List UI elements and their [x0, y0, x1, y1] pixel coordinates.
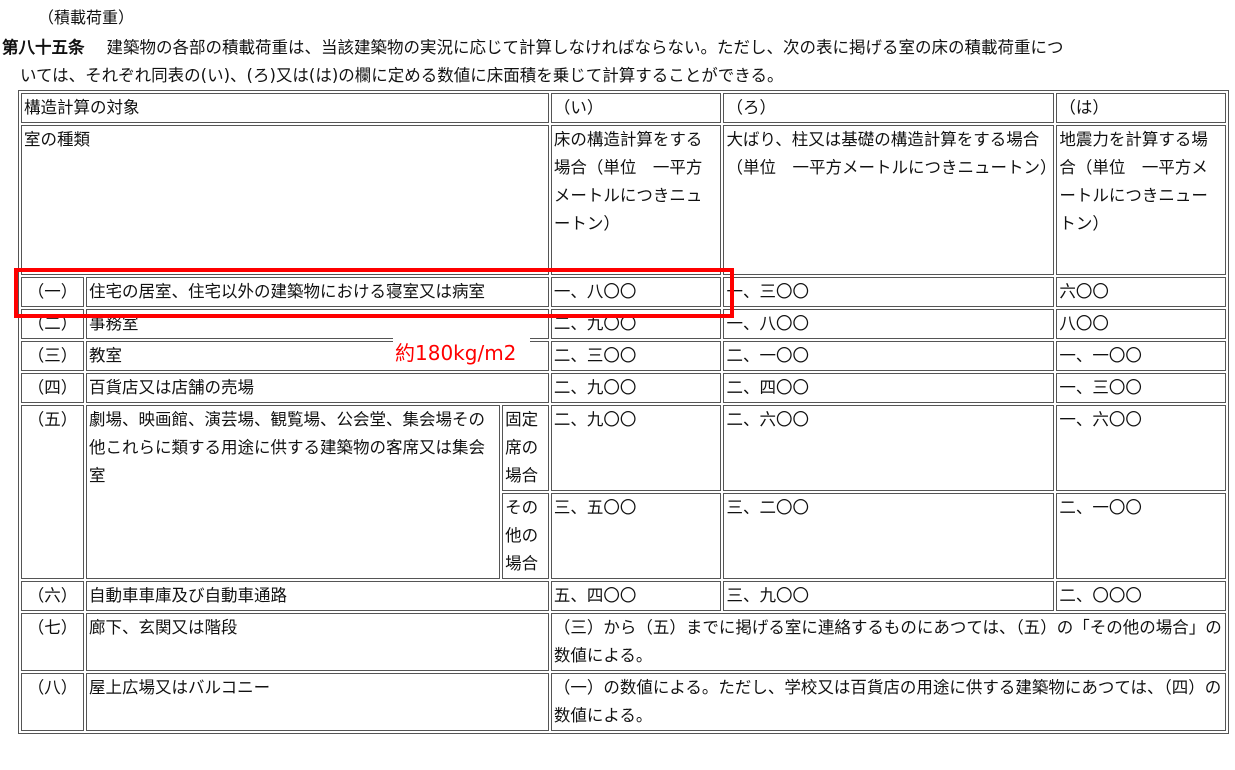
row-value-ro: 三、二〇〇: [723, 493, 1055, 579]
row-value-ro: 二、一〇〇: [723, 341, 1055, 371]
header-col-ha: （は）: [1056, 93, 1226, 123]
row-index: （一）: [21, 277, 84, 307]
desc-col-i: 床の構造計算をする場合（単位 一平方メートルにつきニュートン）: [550, 125, 722, 275]
row-value-ha: 二、一〇〇: [1056, 493, 1226, 579]
row-value-ha: 一、一〇〇: [1056, 341, 1226, 371]
row-index: （八）: [21, 673, 84, 731]
header-col-i: （い）: [550, 93, 722, 123]
row-value-ha: 六〇〇: [1056, 277, 1226, 307]
section-caption: （積載荷重）: [38, 8, 135, 27]
row-room-name: 屋上広場又はバルコニー: [85, 673, 549, 731]
row-room-name: 廊下、玄関又は階段: [85, 613, 549, 671]
article-text-line2: いては、それぞれ同表の(い)、(ろ)又は(は)の欄に定める数値に床面積を乗じて計…: [20, 66, 784, 85]
article-text-line1: 建築物の各部の積載荷重は、当該建築物の実況に応じて計算しなければならない。ただし…: [106, 38, 1064, 57]
row-index: （三）: [21, 341, 84, 371]
row-index: （四）: [21, 373, 84, 403]
row-value-i: 二、九〇〇: [550, 373, 722, 403]
desc-col-ro: 大ばり、柱又は基礎の構造計算をする場合（単位 一平方メートルにつきニュートン）: [723, 125, 1056, 275]
header-col-ro: （ろ）: [723, 93, 1055, 123]
sub-case-label: その他の場合: [502, 493, 549, 579]
row-value-ha: 一、三〇〇: [1056, 373, 1226, 403]
row-room-name: 自動車車庫及び自動車通路: [85, 581, 549, 611]
row-note: （三）から（五）までに掲げる室に連絡するものにあつては、（五）の「その他の場合」…: [550, 613, 1226, 671]
row-value-i: 二、三〇〇: [550, 341, 722, 371]
table-desc-row: 室の種類 床の構造計算をする場合（単位 一平方メートルにつきニュートン） 大ばり…: [21, 125, 1226, 275]
table-row: （六） 自動車車庫及び自動車通路 五、四〇〇 三、九〇〇 二、〇〇〇: [21, 581, 1226, 611]
row-note: （一）の数値による。ただし、学校又は百貨店の用途に供する建築物にあつては、（四）…: [550, 673, 1226, 731]
row-value-ro: 一、三〇〇: [723, 277, 1055, 307]
table-row: （四） 百貨店又は店舗の売場 二、九〇〇 二、四〇〇 一、三〇〇: [21, 373, 1226, 403]
row-value-i: 五、四〇〇: [550, 581, 722, 611]
table-row: （三） 教室 二、三〇〇 二、一〇〇 一、一〇〇: [21, 341, 1226, 371]
header-target: 構造計算の対象: [21, 93, 549, 123]
row-index: （七）: [21, 613, 84, 671]
row-value-i: 二、九〇〇: [550, 405, 722, 491]
table-row: （五） 劇場、映画館、演芸場、観覧場、公会堂、集会場その他これらに類する用途に供…: [21, 405, 1226, 579]
row-room-name: 住宅の居室、住宅以外の建築物における寝室又は病室: [85, 277, 549, 307]
row-value-ha: 八〇〇: [1056, 309, 1226, 339]
table-row: （八） 屋上広場又はバルコニー （一）の数値による。ただし、学校又は百貨店の用途…: [21, 673, 1226, 731]
row-room-name: 劇場、映画館、演芸場、観覧場、公会堂、集会場その他これらに類する用途に供する建築…: [85, 405, 501, 579]
article-number: 第八十五条: [2, 38, 85, 57]
row-value-i: 三、五〇〇: [550, 493, 722, 579]
row-value-ro: 三、九〇〇: [723, 581, 1055, 611]
row-value-i: 一、八〇〇: [550, 277, 722, 307]
row-index: （五）: [21, 405, 84, 579]
load-table: 構造計算の対象 （い） （ろ） （は） 室の種類 床の構造計算をする場合（単位 …: [18, 90, 1229, 734]
row-index: （二）: [21, 309, 84, 339]
annotation-label: 約180kg/m2: [393, 338, 531, 368]
row-value-ro: 一、八〇〇: [723, 309, 1055, 339]
header-room-type: 室の種類: [21, 125, 549, 275]
row-value-ro: 二、四〇〇: [723, 373, 1055, 403]
row-value-ro: 二、六〇〇: [723, 405, 1055, 491]
sub-case-label: 固定席の場合: [502, 405, 549, 491]
row-index: （六）: [21, 581, 84, 611]
row-value-i: 二、九〇〇: [550, 309, 722, 339]
table-row: （一） 住宅の居室、住宅以外の建築物における寝室又は病室 一、八〇〇 一、三〇〇…: [21, 277, 1226, 307]
row-value-ha: 一、六〇〇: [1056, 405, 1226, 491]
row-room-name: 百貨店又は店舗の売場: [85, 373, 549, 403]
table-header-row: 構造計算の対象 （い） （ろ） （は）: [21, 93, 1226, 123]
table-row: （七） 廊下、玄関又は階段 （三）から（五）までに掲げる室に連絡するものにあつて…: [21, 613, 1226, 671]
row-value-ha: 二、〇〇〇: [1056, 581, 1226, 611]
article-text: 第八十五条 建築物の各部の積載荷重は、当該建築物の実況に応じて計算しなければならな…: [2, 34, 1234, 90]
table-row: （二） 事務室 二、九〇〇 一、八〇〇 八〇〇: [21, 309, 1226, 339]
desc-col-ha: 地震力を計算する場合（単位 一平方メートルにつきニュートン）: [1056, 125, 1226, 275]
row-room-name: 事務室: [85, 309, 549, 339]
